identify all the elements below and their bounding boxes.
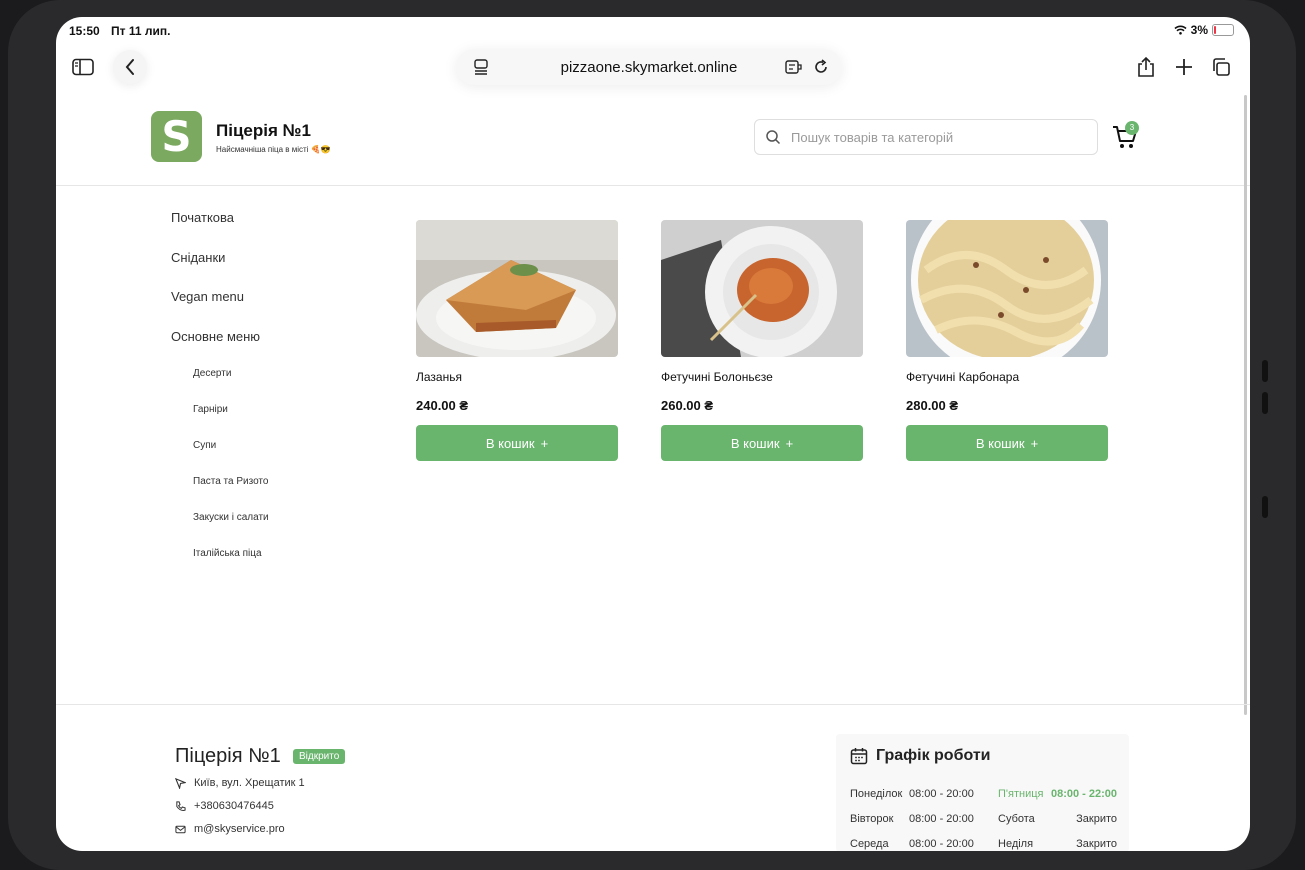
product-card: Фетучині Карбонара 280.00 ₴ В кошик + [906, 220, 1108, 461]
nav-subitem-snacks-salads[interactable]: Закуски і салати [193, 512, 269, 523]
schedule-day: Неділя [998, 838, 1034, 850]
nav-subitem-sides[interactable]: Гарніри [193, 404, 228, 415]
site-logo[interactable]: S [151, 111, 202, 162]
product-card: Фетучині Болоньєзе 260.00 ₴ В кошик + [661, 220, 863, 461]
screen: 15:50 Пт 11 лип. 3% pizzaone.skymarket.o… [56, 17, 1250, 851]
footer-title: Піцерія №1 [175, 745, 281, 767]
share-button[interactable] [1129, 50, 1163, 84]
nav-subitem-italian-pizza[interactable]: Італійська піца [193, 548, 262, 559]
product-image-lasagna[interactable] [416, 220, 618, 357]
plus-icon: + [785, 435, 794, 451]
search-box[interactable] [754, 119, 1098, 155]
add-to-cart-label: В кошик [485, 435, 535, 451]
browser-toolbar: pizzaone.skymarket.online [56, 45, 1250, 89]
reader-extension-icon[interactable] [784, 58, 802, 76]
chevron-left-icon [125, 59, 134, 75]
nav-item-home[interactable]: Початкова [171, 210, 234, 225]
wifi-icon [1174, 25, 1187, 35]
carbonara-image [906, 220, 1108, 357]
mail-icon [175, 825, 186, 833]
product-price: 240.00 ₴ [416, 398, 469, 413]
address-text: Київ, вул. Хрещатик 1 [194, 777, 305, 789]
add-to-cart-label: В кошик [730, 435, 780, 451]
battery-percent: 3% [1190, 23, 1208, 37]
status-bar: 15:50 Пт 11 лип. 3% [56, 17, 1250, 45]
site-footer: Піцерія №1 Відкрито Київ, вул. Хрещатик … [56, 704, 1250, 851]
device-frame: 15:50 Пт 11 лип. 3% pizzaone.skymarket.o… [0, 0, 1305, 870]
schedule-title: Графік роботи [876, 747, 991, 764]
add-to-cart-button[interactable]: В кошик + [416, 425, 618, 461]
status-time: 15:50 [69, 24, 100, 38]
site-header: S Піцерія №1 Найсмачніша піца в місті 🍕😎… [56, 89, 1250, 186]
cart-count-badge: 3 [1125, 121, 1139, 135]
footer-phone[interactable]: +380630476445 [175, 800, 274, 812]
address-bar[interactable]: pizzaone.skymarket.online [456, 49, 842, 85]
share-icon [1138, 56, 1154, 77]
add-to-cart-button[interactable]: В кошик + [661, 425, 863, 461]
add-to-cart-label: В кошик [975, 435, 1025, 451]
product-image-bolognese[interactable] [661, 220, 863, 357]
side-button [1262, 360, 1268, 382]
product-name[interactable]: Фетучині Болоньєзе [661, 370, 773, 384]
schedule-hours: 08:00 - 20:00 [909, 838, 974, 850]
nav-item-vegan[interactable]: Vegan menu [171, 289, 244, 304]
schedule-day: Вівторок [850, 813, 894, 825]
sidebar-icon [72, 58, 94, 76]
search-icon [766, 130, 781, 145]
sidebar-toggle-button[interactable] [66, 50, 100, 84]
schedule-hours: Закрито [1076, 838, 1117, 850]
status-date: Пт 11 лип. [111, 24, 171, 38]
nav-subitem-soups[interactable]: Супи [193, 440, 216, 451]
side-button [1262, 496, 1268, 518]
nav-item-breakfast[interactable]: Сніданки [171, 250, 225, 265]
schedule-day-today: П'ятниця [998, 788, 1044, 800]
site-subtitle: Найсмачніша піца в місті 🍕😎 [216, 145, 331, 154]
phone-icon [176, 800, 186, 811]
schedule-day: Субота [998, 813, 1035, 825]
schedule-day: Середа [850, 838, 889, 850]
product-price: 280.00 ₴ [906, 398, 959, 413]
product-image-carbonara[interactable] [906, 220, 1108, 357]
plus-icon: + [1030, 435, 1039, 451]
battery-icon [1212, 24, 1234, 36]
phone-text: +380630476445 [194, 800, 274, 812]
nav-subitem-pasta-risotto[interactable]: Паста та Ризото [193, 476, 268, 487]
footer-address[interactable]: Київ, вул. Хрещатик 1 [175, 777, 305, 789]
page-scrollbar[interactable] [1244, 95, 1247, 715]
tabs-icon [1213, 58, 1230, 76]
add-to-cart-button[interactable]: В кошик + [906, 425, 1108, 461]
reload-icon[interactable] [812, 58, 830, 76]
plus-icon: + [540, 435, 549, 451]
search-input[interactable] [789, 126, 1083, 148]
new-tab-button[interactable] [1167, 50, 1201, 84]
calendar-icon [850, 748, 868, 765]
product-name[interactable]: Лазанья [416, 370, 462, 384]
logo-letter: S [161, 112, 192, 161]
site-title[interactable]: Піцерія №1 [216, 121, 311, 141]
product-price: 260.00 ₴ [661, 398, 714, 413]
side-button [1262, 392, 1268, 414]
product-name[interactable]: Фетучині Карбонара [906, 370, 1019, 384]
schedule-hours-today: 08:00 - 22:00 [1050, 788, 1117, 800]
nav-item-main-menu[interactable]: Основне меню [171, 329, 260, 344]
tabs-overview-button[interactable] [1204, 50, 1238, 84]
schedule-hours: 08:00 - 20:00 [909, 813, 974, 825]
plus-icon [1176, 59, 1192, 75]
status-indicators: 3% [1174, 23, 1234, 37]
lasagna-image [416, 220, 618, 357]
schedule-day: Понеділок [850, 788, 903, 800]
email-text: m@skyservice.pro [194, 823, 285, 835]
footer-email[interactable]: m@skyservice.pro [175, 823, 285, 835]
back-button[interactable] [113, 50, 147, 84]
schedule-hours: Закрито [1076, 813, 1117, 825]
schedule-header: Графік роботи [850, 747, 991, 765]
product-card: Лазанья 240.00 ₴ В кошик + [416, 220, 618, 461]
nav-subitem-desserts[interactable]: Десерти [193, 368, 231, 379]
open-status-badge: Відкрито [293, 749, 346, 764]
schedule-hours: 08:00 - 20:00 [909, 788, 974, 800]
bolognese-image [661, 220, 863, 357]
schedule-panel: Графік роботи Понеділок 08:00 - 20:00 Ві… [836, 734, 1129, 851]
location-arrow-icon [175, 777, 186, 789]
